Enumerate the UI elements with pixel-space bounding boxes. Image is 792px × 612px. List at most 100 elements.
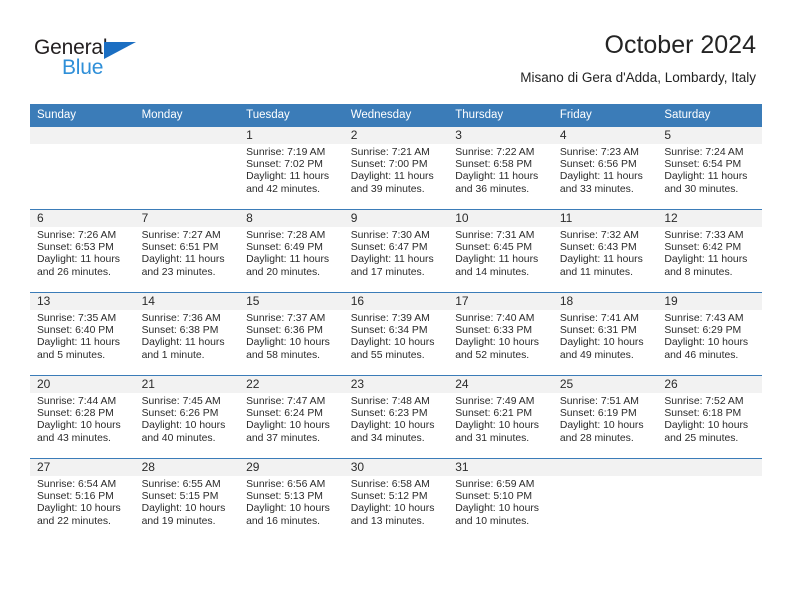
- day-cell[interactable]: 31 Sunrise: 6:59 AM Sunset: 5:10 PM Dayl…: [448, 458, 553, 541]
- day-number: 30: [343, 459, 449, 476]
- sunset-text: Sunset: 6:18 PM: [664, 408, 742, 420]
- day-cell[interactable]: 21 Sunrise: 7:45 AM Sunset: 6:26 PM Dayl…: [134, 375, 240, 459]
- day-cell[interactable]: 17 Sunrise: 7:40 AM Sunset: 6:33 PM Dayl…: [448, 292, 553, 376]
- daylight-text-line2: and 22 minutes.: [37, 515, 111, 527]
- day-number: 4: [552, 127, 658, 144]
- day-details: Sunrise: 7:44 AM Sunset: 6:28 PM Dayligh…: [30, 393, 135, 445]
- sunset-text: Sunset: 6:26 PM: [141, 408, 219, 420]
- day-cell[interactable]: 6 Sunrise: 7:26 AM Sunset: 6:53 PM Dayli…: [30, 209, 135, 293]
- day-cell[interactable]: 5 Sunrise: 7:24 AM Sunset: 6:54 PM Dayli…: [657, 126, 762, 210]
- day-number: 25: [552, 376, 658, 393]
- daylight-text-line1: Daylight: 10 hours: [455, 503, 539, 515]
- daylight-text-line1: Daylight: 10 hours: [664, 420, 749, 432]
- daylight-text-line2: and 16 minutes.: [246, 515, 321, 527]
- day-details: Sunrise: 7:30 AM Sunset: 6:47 PM Dayligh…: [344, 227, 449, 279]
- day-details: Sunrise: 6:58 AM Sunset: 5:12 PM Dayligh…: [344, 476, 449, 528]
- day-cell[interactable]: 16 Sunrise: 7:39 AM Sunset: 6:34 PM Dayl…: [343, 292, 449, 376]
- daylight-text-line1: Daylight: 11 hours: [350, 254, 434, 266]
- sunset-text: Sunset: 6:19 PM: [559, 408, 637, 420]
- sunrise-text: Sunrise: 7:19 AM: [246, 147, 326, 158]
- daylight-text-line2: and 36 minutes.: [455, 183, 530, 195]
- day-cell[interactable]: 8 Sunrise: 7:28 AM Sunset: 6:49 PM Dayli…: [239, 209, 344, 293]
- day-number: 13: [30, 293, 135, 310]
- day-cell[interactable]: 18 Sunrise: 7:41 AM Sunset: 6:31 PM Dayl…: [552, 292, 658, 376]
- daylight-text-line1: Daylight: 10 hours: [350, 420, 435, 432]
- sunset-text: Sunset: 6:23 PM: [350, 408, 428, 420]
- day-cell[interactable]: 3 Sunrise: 7:22 AM Sunset: 6:58 PM Dayli…: [448, 126, 553, 210]
- day-number: 2: [343, 127, 449, 144]
- day-cell[interactable]: 28 Sunrise: 6:55 AM Sunset: 5:15 PM Dayl…: [134, 458, 240, 541]
- day-cell[interactable]: 4 Sunrise: 7:23 AM Sunset: 6:56 PM Dayli…: [552, 126, 658, 210]
- day-cell[interactable]: 10 Sunrise: 7:31 AM Sunset: 6:45 PM Dayl…: [448, 209, 553, 293]
- day-cell[interactable]: 1 Sunrise: 7:19 AM Sunset: 7:02 PM Dayli…: [239, 126, 344, 210]
- weekday-header-tuesday: Tuesday: [239, 104, 344, 127]
- sunrise-text: Sunrise: 7:27 AM: [141, 230, 221, 241]
- day-cell: [657, 458, 762, 541]
- day-number: 29: [239, 459, 344, 476]
- day-number: 22: [239, 376, 344, 393]
- weekday-header-sunday: Sunday: [30, 104, 135, 127]
- day-details: Sunrise: 7:23 AM Sunset: 6:56 PM Dayligh…: [553, 144, 658, 196]
- daylight-text-line2: and 58 minutes.: [246, 349, 321, 361]
- day-number: 10: [448, 210, 553, 227]
- sunrise-text: Sunrise: 7:51 AM: [559, 396, 639, 407]
- day-details: Sunrise: 7:40 AM Sunset: 6:33 PM Dayligh…: [448, 310, 553, 362]
- daylight-text-line1: Daylight: 10 hours: [559, 337, 644, 349]
- day-details: Sunrise: 7:31 AM Sunset: 6:45 PM Dayligh…: [448, 227, 553, 279]
- day-number: 11: [552, 210, 658, 227]
- day-cell[interactable]: 30 Sunrise: 6:58 AM Sunset: 5:12 PM Dayl…: [343, 458, 449, 541]
- day-cell[interactable]: 25 Sunrise: 7:51 AM Sunset: 6:19 PM Dayl…: [552, 375, 658, 459]
- day-cell[interactable]: 9 Sunrise: 7:30 AM Sunset: 6:47 PM Dayli…: [343, 209, 449, 293]
- daylight-text-line1: Daylight: 10 hours: [141, 420, 226, 432]
- day-details: [30, 144, 135, 147]
- day-details: Sunrise: 7:19 AM Sunset: 7:02 PM Dayligh…: [239, 144, 344, 196]
- day-details: Sunrise: 7:51 AM Sunset: 6:19 PM Dayligh…: [553, 393, 658, 445]
- day-cell[interactable]: 2 Sunrise: 7:21 AM Sunset: 7:00 PM Dayli…: [343, 126, 449, 210]
- day-cell[interactable]: 12 Sunrise: 7:33 AM Sunset: 6:42 PM Dayl…: [657, 209, 762, 293]
- sunrise-text: Sunrise: 7:43 AM: [664, 313, 744, 324]
- sunrise-text: Sunrise: 6:59 AM: [455, 479, 535, 490]
- day-cell[interactable]: 22 Sunrise: 7:47 AM Sunset: 6:24 PM Dayl…: [239, 375, 344, 459]
- day-number: 5: [657, 127, 762, 144]
- daylight-text-line2: and 13 minutes.: [350, 515, 425, 527]
- day-cell[interactable]: 24 Sunrise: 7:49 AM Sunset: 6:21 PM Dayl…: [448, 375, 553, 459]
- day-cell[interactable]: 29 Sunrise: 6:56 AM Sunset: 5:13 PM Dayl…: [239, 458, 344, 541]
- sunset-text: Sunset: 6:47 PM: [350, 242, 428, 254]
- calendar-header-row: Sunday Monday Tuesday Wednesday Thursday…: [30, 104, 762, 127]
- day-number: 15: [239, 293, 344, 310]
- day-cell[interactable]: 27 Sunrise: 6:54 AM Sunset: 5:16 PM Dayl…: [30, 458, 135, 541]
- sunrise-text: Sunrise: 7:24 AM: [664, 147, 744, 158]
- sunset-text: Sunset: 6:29 PM: [664, 325, 742, 337]
- sunrise-text: Sunrise: 7:21 AM: [350, 147, 430, 158]
- day-cell[interactable]: 14 Sunrise: 7:36 AM Sunset: 6:38 PM Dayl…: [134, 292, 240, 376]
- day-number: 19: [657, 293, 762, 310]
- daylight-text-line1: Daylight: 11 hours: [455, 254, 539, 266]
- sunrise-text: Sunrise: 7:35 AM: [37, 313, 117, 324]
- day-cell[interactable]: 20 Sunrise: 7:44 AM Sunset: 6:28 PM Dayl…: [30, 375, 135, 459]
- calendar-week-row: 13 Sunrise: 7:35 AM Sunset: 6:40 PM Dayl…: [30, 292, 762, 376]
- sunset-text: Sunset: 5:12 PM: [350, 491, 428, 503]
- day-cell[interactable]: 13 Sunrise: 7:35 AM Sunset: 6:40 PM Dayl…: [30, 292, 135, 376]
- day-cell[interactable]: 23 Sunrise: 7:48 AM Sunset: 6:23 PM Dayl…: [343, 375, 449, 459]
- daylight-text-line1: Daylight: 10 hours: [455, 420, 539, 432]
- day-number: 21: [134, 376, 240, 393]
- weekday-header-saturday: Saturday: [657, 104, 762, 127]
- sunset-text: Sunset: 6:24 PM: [246, 408, 323, 420]
- calendar-week-row: 1 Sunrise: 7:19 AM Sunset: 7:02 PM Dayli…: [30, 126, 762, 210]
- day-number: 28: [134, 459, 240, 476]
- daylight-text-line1: Daylight: 11 hours: [37, 337, 120, 349]
- day-details: Sunrise: 7:26 AM Sunset: 6:53 PM Dayligh…: [30, 227, 135, 279]
- generalblue-logo[interactable]: General Blue: [34, 36, 214, 88]
- day-cell: [552, 458, 658, 541]
- day-cell[interactable]: 15 Sunrise: 7:37 AM Sunset: 6:36 PM Dayl…: [239, 292, 344, 376]
- day-details: Sunrise: 7:28 AM Sunset: 6:49 PM Dayligh…: [239, 227, 344, 279]
- day-cell[interactable]: 11 Sunrise: 7:32 AM Sunset: 6:43 PM Dayl…: [552, 209, 658, 293]
- title-block: October 2024 Misano di Gera d'Adda, Lomb…: [520, 30, 756, 87]
- sunset-text: Sunset: 6:21 PM: [455, 408, 533, 420]
- day-cell[interactable]: 7 Sunrise: 7:27 AM Sunset: 6:51 PM Dayli…: [134, 209, 240, 293]
- daylight-text-line2: and 11 minutes.: [559, 266, 633, 278]
- day-cell[interactable]: 26 Sunrise: 7:52 AM Sunset: 6:18 PM Dayl…: [657, 375, 762, 459]
- day-cell[interactable]: 19 Sunrise: 7:43 AM Sunset: 6:29 PM Dayl…: [657, 292, 762, 376]
- daylight-text-line2: and 39 minutes.: [350, 183, 425, 195]
- calendar-week-row: 6 Sunrise: 7:26 AM Sunset: 6:53 PM Dayli…: [30, 209, 762, 293]
